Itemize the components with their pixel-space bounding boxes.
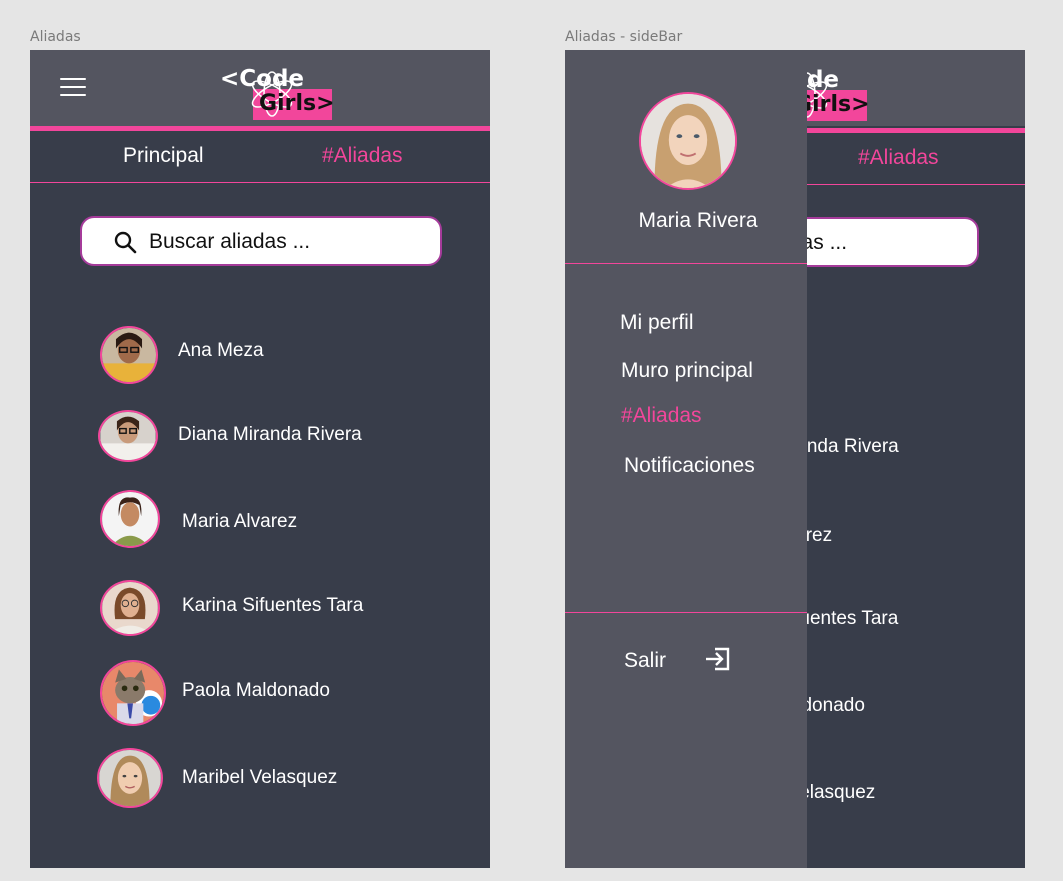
list-item[interactable]: Diana Miranda Rivera bbox=[98, 410, 418, 462]
app-header: <Code Girls> bbox=[30, 50, 490, 126]
avatar bbox=[97, 748, 163, 808]
frame-label-sidebar: Aliadas - sideBar bbox=[565, 29, 683, 45]
user-name: Maria Rivera bbox=[638, 209, 758, 232]
user-avatar[interactable] bbox=[639, 92, 737, 190]
logo-girls-text: Girls> bbox=[259, 91, 335, 116]
side-navigation: Maria Rivera Mi perfil Muro principal #A… bbox=[565, 50, 807, 868]
avatar bbox=[100, 326, 158, 384]
contact-name: Maria Alvarez bbox=[182, 511, 298, 532]
list-item[interactable]: Maria Alvarez bbox=[100, 490, 420, 548]
tab-aliadas[interactable]: #Aliadas bbox=[858, 146, 939, 170]
avatar bbox=[100, 490, 160, 548]
avatar bbox=[100, 580, 160, 636]
logout-icon[interactable] bbox=[704, 647, 730, 671]
sidebar-item-mi-perfil[interactable]: Mi perfil bbox=[620, 311, 694, 335]
search-input[interactable]: Buscar aliadas ... bbox=[80, 216, 442, 266]
sidebar-divider-top bbox=[565, 263, 807, 264]
sidebar-item-notificaciones[interactable]: Notificaciones bbox=[624, 454, 755, 478]
code-girls-logo: <Code Girls> bbox=[220, 56, 340, 126]
aliadas-sidebar-screen: <Code Girls> Principal #Aliadas Buscar a… bbox=[565, 50, 1025, 868]
contact-name: Karina Sifuentes Tara bbox=[182, 595, 364, 616]
aliadas-screen: <Code Girls> Principal #Aliadas Buscar a… bbox=[30, 50, 490, 868]
sidebar-divider-bottom bbox=[565, 612, 807, 613]
tab-principal[interactable]: Principal bbox=[123, 144, 204, 168]
contact-name: Paola Maldonado bbox=[182, 680, 330, 701]
contact-name: Maribel Velasquez bbox=[182, 767, 338, 788]
search-placeholder: Buscar aliadas ... bbox=[149, 230, 311, 253]
avatar bbox=[100, 660, 166, 726]
tab-bar: Principal #Aliadas bbox=[30, 131, 490, 183]
avatar bbox=[98, 410, 158, 462]
logout-button[interactable]: Salir bbox=[624, 649, 666, 673]
tabs-divider bbox=[30, 182, 490, 183]
sidebar-item-aliadas[interactable]: #Aliadas bbox=[621, 404, 702, 428]
contact-name: Ana Meza bbox=[178, 340, 264, 361]
sidebar-item-muro-principal[interactable]: Muro principal bbox=[621, 359, 753, 383]
search-icon bbox=[114, 231, 137, 254]
frame-label-aliadas: Aliadas bbox=[30, 29, 81, 45]
menu-icon[interactable] bbox=[60, 78, 86, 98]
list-item[interactable]: Maribel Velasquez bbox=[97, 748, 417, 808]
list-item[interactable]: Ana Meza bbox=[100, 326, 400, 384]
contact-name: Diana Miranda Rivera bbox=[178, 424, 362, 445]
tab-aliadas[interactable]: #Aliadas bbox=[322, 144, 403, 168]
list-item[interactable]: Paola Maldonado bbox=[100, 660, 420, 726]
logo-code-text: <Code bbox=[220, 66, 305, 92]
list-item[interactable]: Karina Sifuentes Tara bbox=[100, 580, 420, 636]
